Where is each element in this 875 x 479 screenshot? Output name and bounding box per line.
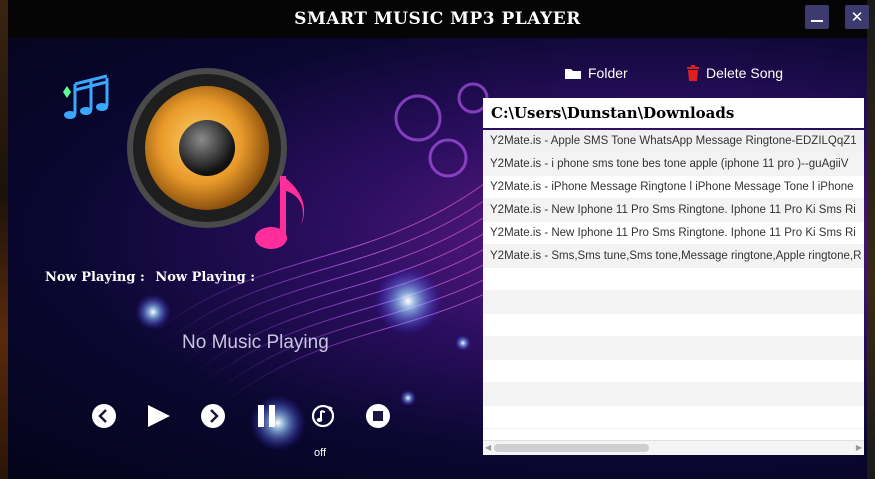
empty-row <box>483 337 864 360</box>
list-item[interactable]: Y2Mate.is - Sms,Sms tune,Sms tone,Messag… <box>483 245 864 268</box>
folder-button[interactable]: Folder <box>564 65 628 81</box>
folder-icon <box>565 69 581 79</box>
app-window: SMART MUSIC MP3 PLAYER ✕ Now Playing: N… <box>0 0 875 479</box>
minimize-icon <box>811 20 823 22</box>
empty-row <box>483 314 864 337</box>
desktop-edge-right <box>867 0 875 479</box>
next-icon <box>201 404 225 428</box>
playlist-panel: Folder Delete Song C:\Users\Dunstan\Down… <box>482 38 867 479</box>
previous-button[interactable] <box>90 402 120 432</box>
delete-song-label: Delete Song <box>706 65 784 81</box>
list-item[interactable]: Y2Mate.is - Apple SMS Tone WhatsApp Mess… <box>483 130 864 153</box>
stop-button[interactable] <box>364 402 394 432</box>
music-notes-icon <box>63 74 109 119</box>
repeat-button[interactable] <box>309 402 339 432</box>
play-button[interactable] <box>144 402 174 432</box>
scroll-right-icon[interactable]: ▶ <box>856 443 862 452</box>
stop-icon <box>366 404 390 428</box>
now-playing-label: Now Playing : <box>45 270 145 285</box>
horizontal-scrollbar[interactable]: ◀ ▶ <box>483 440 864 455</box>
folder-path: C:\Users\Dunstan\Downloads <box>483 98 864 128</box>
empty-row <box>483 360 864 383</box>
scrollbar-thumb[interactable] <box>494 444 649 452</box>
previous-icon <box>92 404 116 428</box>
list-item[interactable]: Y2Mate.is - New Iphone 11 Pro Sms Ringto… <box>483 199 864 222</box>
player-panel: Now Playing : Now Playing : No Music Pla… <box>8 38 482 479</box>
play-icon <box>148 405 170 427</box>
speaker-icon <box>127 68 305 249</box>
playback-status: No Music Playing <box>182 332 329 353</box>
repeat-icon <box>311 404 335 428</box>
player-body: Now Playing : Now Playing : No Music Pla… <box>8 38 867 479</box>
list-item[interactable]: Y2Mate.is - New Iphone 11 Pro Sms Ringto… <box>483 222 864 245</box>
close-button[interactable]: ✕ <box>845 5 869 29</box>
now-playing-value: Now Playing : <box>155 270 256 285</box>
list-item[interactable]: Y2Mate.is - iPhone Message Ringtone l iP… <box>483 176 864 199</box>
empty-row <box>483 291 864 314</box>
title-bar: SMART MUSIC MP3 PLAYER ✕ <box>8 0 869 38</box>
folder-button-label: Folder <box>588 65 628 81</box>
empty-row <box>483 406 864 429</box>
empty-row <box>483 383 864 406</box>
pause-button[interactable] <box>254 402 284 432</box>
repeat-state-label: off <box>314 447 327 459</box>
window-title: SMART MUSIC MP3 PLAYER <box>294 9 581 29</box>
trash-icon <box>687 65 699 81</box>
playlist-toolbar: Folder Delete Song <box>482 56 867 92</box>
list-item[interactable]: Y2Mate.is - i phone sms tone bes tone ap… <box>483 153 864 176</box>
scroll-left-icon[interactable]: ◀ <box>485 443 491 452</box>
desktop-edge-left <box>0 0 8 479</box>
delete-song-button[interactable]: Delete Song <box>686 65 783 81</box>
empty-row <box>483 268 864 291</box>
now-playing-row: Now Playing : Now Playing : <box>45 270 261 285</box>
song-list[interactable]: Y2Mate.is - Apple SMS Tone WhatsApp Mess… <box>483 130 864 454</box>
pause-icon <box>258 405 275 427</box>
close-icon: ✕ <box>850 8 864 26</box>
next-button[interactable] <box>199 402 229 432</box>
minimize-button[interactable] <box>805 5 829 29</box>
playback-controls <box>8 402 482 442</box>
